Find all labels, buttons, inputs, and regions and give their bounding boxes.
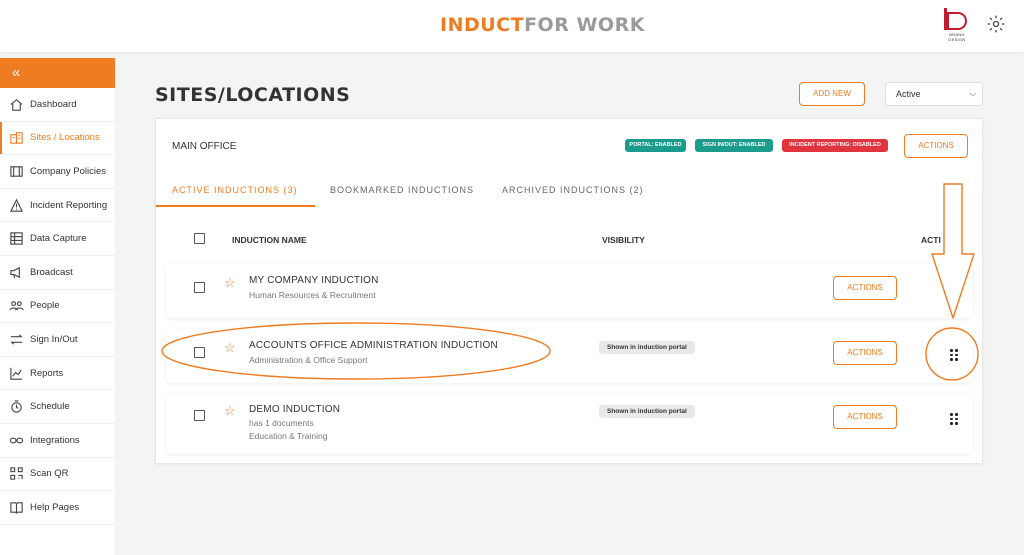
warning-icon (8, 197, 24, 213)
chevron-down-icon: ⌵ (969, 89, 976, 98)
form-icon (8, 231, 24, 247)
sidebar-item-label: Broadcast (30, 266, 73, 278)
sidebar-item-label: Incident Reporting (30, 199, 108, 211)
add-new-button[interactable]: ADD NEW (799, 82, 865, 106)
app-logo[interactable]: INDUCTFOR WORK (440, 14, 645, 36)
signin-status-badge: SIGN IN/OUT: ENABLED (695, 139, 773, 152)
logo-part-induct: INDUCT (440, 14, 525, 36)
induction-name: MY COMPANY INDUCTION (249, 275, 379, 286)
sidebar-item-label: Sign In/Out (30, 333, 78, 345)
sidebar-item-broadcast[interactable]: Broadcast (0, 256, 115, 290)
row-actions-button[interactable]: ACTIONS (833, 341, 897, 365)
building-icon (8, 130, 24, 146)
sidebar-item-sites-locations[interactable]: Sites / Locations (0, 121, 115, 156)
sidebar-item-label: Dashboard (30, 98, 77, 110)
column-actions: ACTI (921, 235, 941, 245)
active-tab-indicator (156, 205, 315, 207)
row-actions-button[interactable]: ACTIONS (833, 276, 897, 300)
table-row: ☆ MY COMPANY INDUCTION Human Resources &… (166, 264, 973, 318)
column-induction-name: INDUCTION NAME (232, 235, 307, 245)
tab-bookmarked-inductions[interactable]: BOOKMARKED INDUCTIONS (330, 185, 474, 195)
status-filter-select[interactable]: Active ⌵ (885, 82, 983, 106)
column-visibility: VISIBILITY (602, 235, 645, 245)
sidebar-item-label: Sites / Locations (30, 132, 100, 144)
induction-name: DEMO INDUCTION (249, 404, 341, 415)
site-actions-button[interactable]: ACTIONS (904, 134, 968, 158)
induction-tabs: ACTIVE INDUCTIONS (3) BOOKMARKED INDUCTI… (156, 177, 984, 207)
sidebar-item-label: Company Policies (30, 165, 107, 177)
sidebar-item-label: Help Pages (30, 501, 80, 513)
help-book-icon (8, 499, 24, 515)
sidebar-item-label: Reports (30, 367, 64, 379)
sidebar-item-scan-qr[interactable]: Scan QR (0, 458, 115, 492)
sidebar-collapse-button[interactable]: « (0, 58, 115, 88)
table-header: INDUCTION NAME VISIBILITY ACTI (156, 229, 984, 251)
induction-doc-count: has 1 documents (249, 418, 314, 428)
incident-status-badge: INCIDENT REPORTING: DISABLED (782, 139, 888, 152)
sidebar-item-help-pages[interactable]: Help Pages (0, 491, 115, 525)
sidebar-item-data-capture[interactable]: Data Capture (0, 222, 115, 256)
sidebar-item-label: People (30, 300, 60, 312)
brand-avatar[interactable]: BRAND DESIGN (944, 8, 970, 42)
sidebar-item-label: Scan QR (30, 468, 69, 480)
megaphone-icon (8, 264, 24, 280)
sidebar-item-label: Integrations (30, 434, 80, 446)
sidebar: « Dashboard Sites / Locations Company Po… (0, 58, 115, 555)
tab-archived-inductions[interactable]: ARCHIVED INDUCTIONS (2) (502, 185, 644, 195)
row-checkbox[interactable] (194, 347, 205, 358)
sidebar-item-people[interactable]: People (0, 290, 115, 324)
chart-icon (8, 365, 24, 381)
sidebar-item-label: Schedule (30, 401, 70, 413)
drag-handle-icon[interactable] (950, 413, 960, 425)
logo-part-for-work: FOR WORK (524, 14, 645, 36)
status-filter-value: Active (896, 89, 921, 99)
sidebar-item-schedule[interactable]: Schedule (0, 390, 115, 424)
induction-category: Education & Training (249, 431, 328, 441)
brand-avatar-text: BRAND DESIGN (948, 32, 966, 42)
swap-icon (8, 331, 24, 347)
row-checkbox[interactable] (194, 410, 205, 421)
star-icon[interactable]: ☆ (224, 275, 236, 291)
sidebar-item-label: Data Capture (30, 233, 87, 245)
top-bar: INDUCTFOR WORK BRAND DESIGN (0, 0, 1024, 52)
site-card: MAIN OFFICE PORTAL: ENABLED SIGN IN/OUT:… (155, 118, 983, 464)
induction-category: Administration & Office Support (249, 355, 368, 365)
book-icon (8, 163, 24, 179)
site-name: MAIN OFFICE (172, 141, 237, 152)
qr-icon (8, 466, 24, 482)
sidebar-item-reports[interactable]: Reports (0, 357, 115, 391)
row-checkbox[interactable] (194, 282, 205, 293)
link-icon (8, 432, 24, 448)
table-row: ☆ DEMO INDUCTION has 1 documents Educati… (166, 394, 973, 454)
portal-status-badge: PORTAL: ENABLED (625, 139, 686, 152)
tab-active-inductions[interactable]: ACTIVE INDUCTIONS (3) (172, 185, 298, 195)
induction-name: ACCOUNTS OFFICE ADMINISTRATION INDUCTION (249, 340, 498, 351)
sidebar-item-company-policies[interactable]: Company Policies (0, 155, 115, 189)
gear-icon[interactable] (985, 14, 1007, 36)
drag-handle-icon[interactable] (950, 349, 960, 361)
select-all-checkbox[interactable] (194, 233, 205, 244)
sidebar-item-integrations[interactable]: Integrations (0, 424, 115, 458)
table-row: ☆ ACCOUNTS OFFICE ADMINISTRATION INDUCTI… (166, 329, 973, 383)
visibility-badge: Shown in induction portal (599, 341, 695, 354)
people-icon (8, 298, 24, 314)
induction-category: Human Resources & Recruitment (249, 290, 376, 300)
clock-icon (8, 399, 24, 415)
sidebar-item-incident-reporting[interactable]: Incident Reporting (0, 189, 115, 223)
page-title: SITES/LOCATIONS (155, 84, 351, 106)
visibility-badge: Shown in induction portal (599, 405, 695, 418)
brand-logo-icon (944, 8, 967, 30)
star-icon[interactable]: ☆ (224, 403, 236, 419)
sidebar-item-dashboard[interactable]: Dashboard (0, 88, 115, 122)
row-actions-button[interactable]: ACTIONS (833, 405, 897, 429)
sidebar-item-sign-in-out[interactable]: Sign In/Out (0, 323, 115, 357)
star-icon[interactable]: ☆ (224, 340, 236, 356)
home-icon (8, 96, 24, 112)
